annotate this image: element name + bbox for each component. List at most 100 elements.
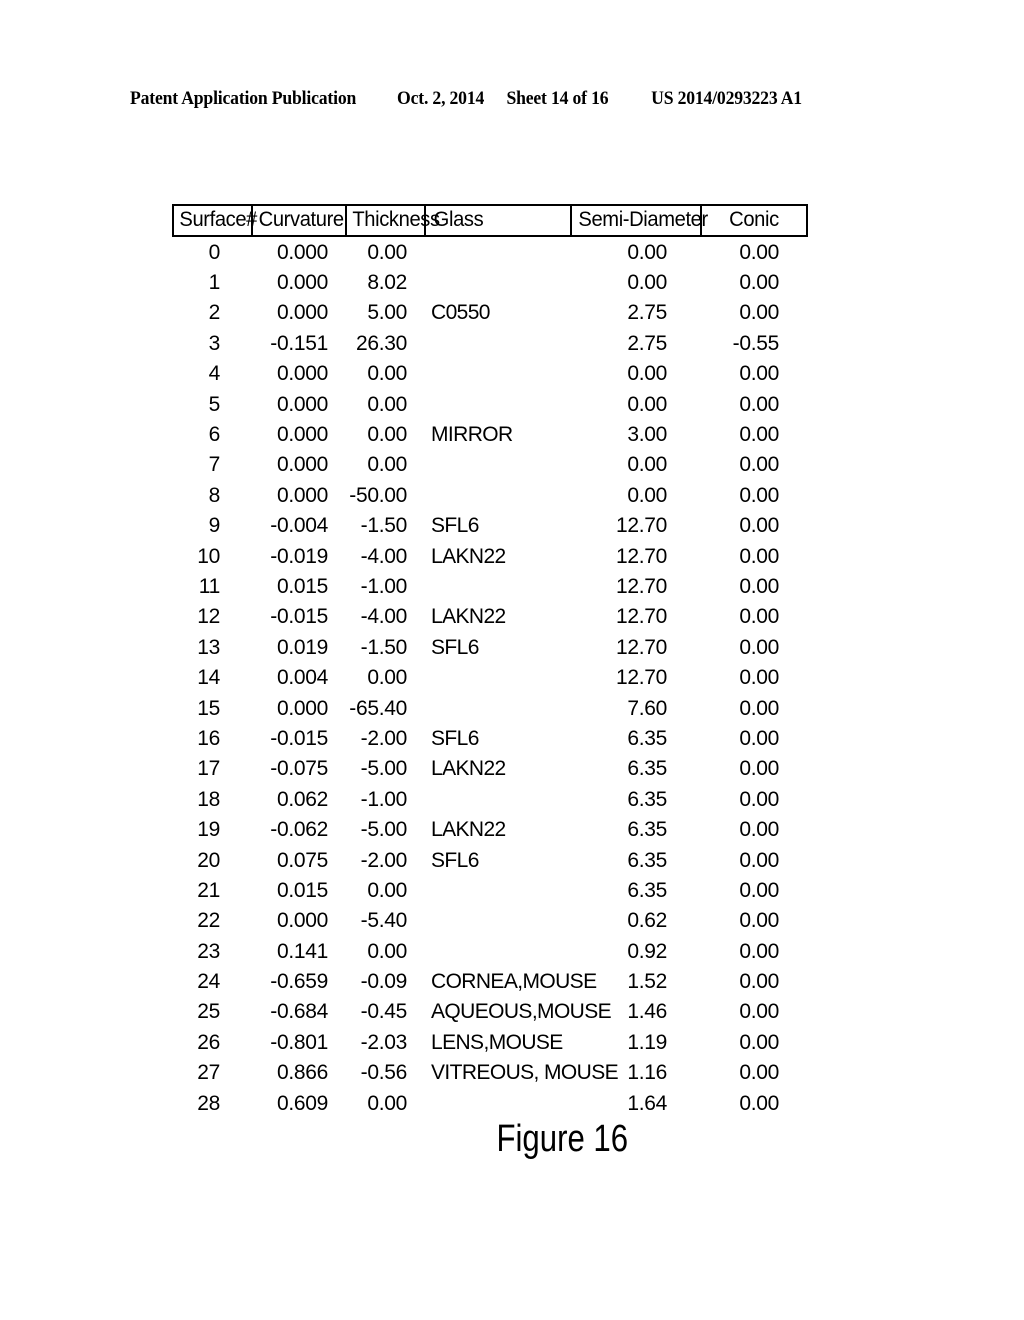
cell-glass — [425, 784, 571, 814]
cell-glass — [425, 236, 571, 267]
cell-surface: 7 — [208, 453, 221, 477]
cell-thickness: 8.02 — [367, 271, 407, 295]
cell-surface: 4 — [208, 362, 221, 386]
cell-conic: 0.00 — [739, 574, 779, 598]
table-row: 11 0.015 -1.00 12.70 0.00 — [173, 571, 807, 601]
cell-conic: -0.55 — [732, 331, 780, 355]
optical-prescription-table-container: Surface# Curvature Thickness Glass Semi-… — [172, 204, 806, 1118]
cell-surface: 6 — [208, 423, 221, 447]
cell-semi-diameter: 12.70 — [615, 635, 667, 659]
cell-curvature: -0.801 — [270, 1030, 328, 1054]
table-row: 15 0.000 -65.40 7.60 0.00 — [173, 693, 807, 723]
cell-surface: 27 — [197, 1061, 220, 1085]
cell-surface: 26 — [197, 1030, 220, 1054]
cell-conic: 0.00 — [739, 1091, 779, 1115]
cell-thickness: 0.00 — [367, 423, 407, 447]
cell-conic: 0.00 — [739, 878, 779, 902]
cell-thickness: 0.00 — [367, 878, 407, 902]
table-row: 9 -0.004 -1.50 SFL6 12.70 0.00 — [173, 511, 807, 541]
table-row: 4 0.000 0.00 0.00 0.00 — [173, 359, 807, 389]
cell-thickness: -0.56 — [360, 1061, 408, 1085]
cell-thickness: 0.00 — [367, 666, 407, 690]
cell-surface: 1 — [208, 271, 221, 295]
table-row: 20 0.075 -2.00 SFL6 6.35 0.00 — [173, 845, 807, 875]
table-row: 5 0.000 0.00 0.00 0.00 — [173, 389, 807, 419]
column-header-glass: Glass — [426, 204, 570, 237]
cell-thickness: 0.00 — [367, 1091, 407, 1115]
table-row: 28 0.609 0.00 1.64 0.00 — [173, 1088, 807, 1118]
cell-curvature: 0.000 — [276, 271, 328, 295]
cell-conic: 0.00 — [739, 423, 779, 447]
cell-conic: 0.00 — [739, 696, 779, 720]
table-row: 22 0.000 -5.40 0.62 0.00 — [173, 906, 807, 936]
cell-conic: 0.00 — [739, 1030, 779, 1054]
cell-curvature: 0.000 — [276, 909, 328, 933]
cell-curvature: 0.062 — [276, 787, 328, 811]
page-running-header: Patent Application Publication Oct. 2, 2… — [130, 88, 841, 110]
cell-curvature: 0.015 — [276, 878, 328, 902]
cell-thickness: -50.00 — [349, 483, 407, 507]
cell-thickness: 0.00 — [367, 392, 407, 416]
cell-glass — [425, 906, 571, 936]
cell-curvature: 0.000 — [276, 301, 328, 325]
table-row: 27 0.866 -0.56 VITREOUS, MOUSE 1.16 0.00 — [173, 1058, 807, 1088]
cell-thickness: 0.00 — [367, 240, 407, 264]
cell-semi-diameter: 12.70 — [615, 544, 667, 568]
cell-semi-diameter: 12.70 — [615, 666, 667, 690]
table-body: 0 0.000 0.00 0.00 0.00 1 0.000 8.02 0.00 0.00 2 0.0… — [173, 236, 807, 1118]
table-row: 7 0.000 0.00 0.00 0.00 — [173, 450, 807, 480]
cell-glass — [425, 693, 571, 723]
cell-conic: 0.00 — [739, 1061, 779, 1085]
cell-surface: 3 — [208, 331, 221, 355]
cell-glass — [425, 936, 571, 966]
cell-conic: 0.00 — [739, 666, 779, 690]
cell-thickness: -4.00 — [360, 544, 408, 568]
cell-thickness: -1.00 — [360, 574, 408, 598]
header-publication-number: US 2014/0293223 A1 — [651, 88, 802, 109]
cell-glass: SFL6 — [431, 635, 479, 659]
cell-surface: 28 — [197, 1091, 220, 1115]
cell-semi-diameter: 6.35 — [627, 726, 667, 750]
table-row: 10 -0.019 -4.00 LAKN22 12.70 0.00 — [173, 541, 807, 571]
cell-thickness: 0.00 — [367, 362, 407, 386]
cell-glass: LAKN22 — [431, 818, 506, 842]
figure-caption-text: Figure 16 — [496, 1118, 628, 1160]
cell-curvature: 0.000 — [276, 453, 328, 477]
cell-thickness: 5.00 — [367, 301, 407, 325]
cell-curvature: 0.000 — [276, 423, 328, 447]
cell-glass: AQUEOUS,MOUSE — [431, 1000, 612, 1024]
table-row: 21 0.015 0.00 6.35 0.00 — [173, 875, 807, 905]
cell-curvature: -0.019 — [270, 544, 328, 568]
cell-conic: 0.00 — [739, 939, 779, 963]
figure-caption: Figure 16 — [0, 1118, 1024, 1161]
cell-curvature: -0.659 — [270, 970, 328, 994]
cell-surface: 5 — [208, 392, 221, 416]
cell-glass: SFL6 — [431, 848, 479, 872]
cell-glass: SFL6 — [431, 726, 479, 750]
cell-surface: 15 — [197, 696, 220, 720]
cell-semi-diameter: 1.64 — [627, 1091, 667, 1115]
cell-curvature: 0.075 — [276, 848, 328, 872]
cell-surface: 18 — [197, 787, 220, 811]
cell-curvature: 0.000 — [276, 392, 328, 416]
cell-surface: 22 — [197, 909, 220, 933]
cell-glass — [425, 389, 571, 419]
cell-semi-diameter: 2.75 — [627, 301, 667, 325]
cell-conic: 0.00 — [739, 757, 779, 781]
cell-surface: 10 — [197, 544, 220, 568]
cell-surface: 17 — [197, 757, 220, 781]
table-row: 14 0.004 0.00 12.70 0.00 — [173, 662, 807, 692]
cell-glass — [425, 267, 571, 297]
cell-curvature: -0.075 — [270, 757, 328, 781]
table-row: 25 -0.684 -0.45 AQUEOUS,MOUSE 1.46 0.00 — [173, 997, 807, 1027]
cell-semi-diameter: 12.70 — [615, 514, 667, 538]
cell-curvature: 0.000 — [276, 696, 328, 720]
cell-thickness: -2.00 — [360, 726, 408, 750]
cell-thickness: 0.00 — [367, 453, 407, 477]
cell-semi-diameter: 12.70 — [615, 574, 667, 598]
cell-surface: 0 — [208, 240, 221, 264]
cell-glass: LAKN22 — [431, 757, 506, 781]
table-row: 26 -0.801 -2.03 LENS,MOUSE 1.19 0.00 — [173, 1027, 807, 1057]
cell-conic: 0.00 — [739, 970, 779, 994]
table-row: 23 0.141 0.00 0.92 0.00 — [173, 936, 807, 966]
